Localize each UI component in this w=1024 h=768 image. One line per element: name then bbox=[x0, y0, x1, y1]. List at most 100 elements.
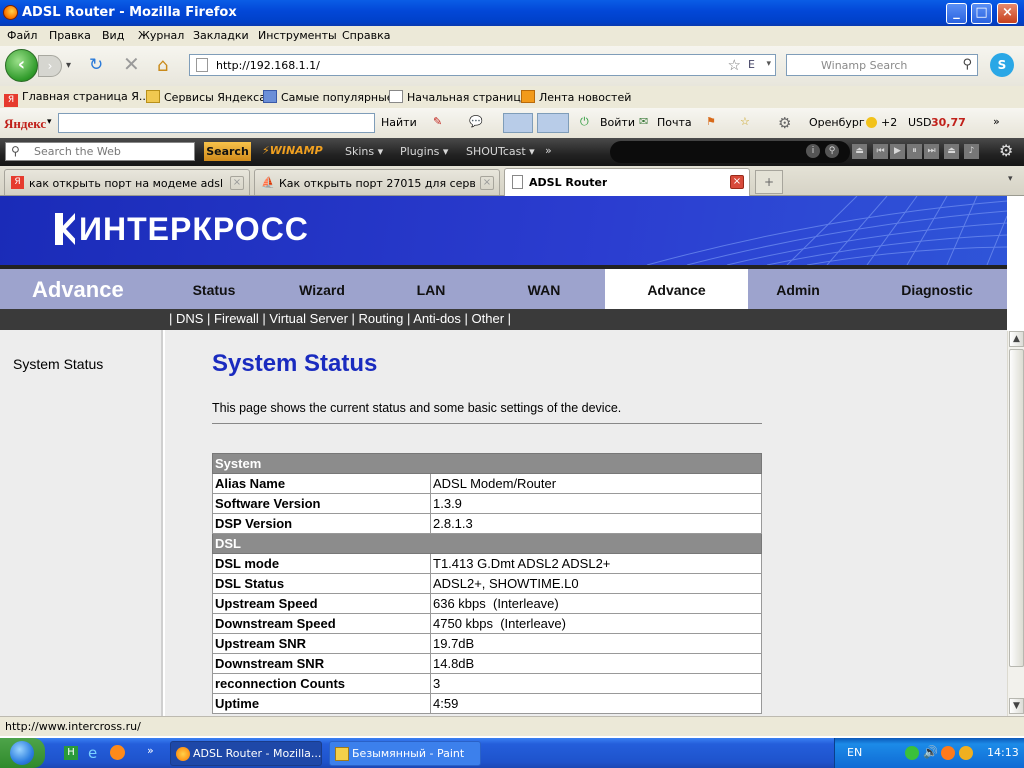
tab-close-icon[interactable]: × bbox=[480, 176, 494, 190]
scroll-down-icon[interactable]: ▼ bbox=[1009, 698, 1024, 714]
winamp-search-input[interactable]: Winamp Search ⚲ bbox=[786, 54, 978, 76]
nav-wizard[interactable]: Wizard bbox=[272, 269, 372, 313]
tab-1[interactable]: Я как открыть порт на модеме adsl — ... … bbox=[4, 169, 250, 195]
weather-temp[interactable]: +2 bbox=[881, 116, 897, 129]
scroll-up-icon[interactable]: ▲ bbox=[1009, 331, 1024, 347]
bookmark-start-page[interactable]: Начальная страница bbox=[389, 90, 528, 104]
stop-icon[interactable]: ✕ bbox=[123, 52, 140, 76]
pencil-icon[interactable]: ✎ bbox=[433, 115, 442, 128]
menu-file[interactable]: Файл bbox=[7, 29, 37, 42]
url-bar[interactable]: http://192.168.1.1/ ☆ E ▾ bbox=[189, 54, 776, 76]
yandex-search-input[interactable] bbox=[58, 113, 375, 133]
menu-help[interactable]: Справка bbox=[342, 29, 390, 42]
search-icon[interactable]: ⚲ bbox=[962, 57, 972, 72]
table-row: Software Version 1.3.9 bbox=[212, 493, 762, 514]
yandex-find-button[interactable]: Найти bbox=[381, 116, 417, 129]
bookmark-news-feed[interactable]: Лента новостей bbox=[521, 90, 631, 104]
web-search-input[interactable]: ⚲ Search the Web bbox=[5, 142, 195, 161]
nav-status[interactable]: Status bbox=[164, 269, 264, 313]
nav-diagnostic[interactable]: Diagnostic bbox=[877, 269, 997, 313]
sidebar-item-system-status[interactable]: System Status bbox=[13, 356, 103, 372]
back-button[interactable]: ‹ bbox=[5, 49, 38, 82]
menu-history[interactable]: Журнал bbox=[138, 29, 184, 42]
minimize-button[interactable]: _ bbox=[946, 3, 967, 24]
nav-admin[interactable]: Admin bbox=[748, 269, 848, 313]
winamp-search-icon[interactable]: ⚲ bbox=[825, 144, 839, 158]
spellcheck-icon[interactable] bbox=[503, 113, 533, 133]
system-tray: EN 🔊 14:13 bbox=[834, 738, 1024, 768]
quicklaunch-app-icon[interactable]: H bbox=[64, 746, 78, 760]
skins-menu[interactable]: Skins ▾ bbox=[345, 145, 383, 158]
eject-icon[interactable]: ⏏ bbox=[852, 144, 867, 159]
tab-close-icon[interactable]: × bbox=[730, 175, 744, 189]
yandex-dropdown-icon[interactable]: ▾ bbox=[47, 117, 52, 127]
winamp-overflow-icon[interactable]: » bbox=[545, 144, 552, 157]
bookmark-star-icon[interactable]: ☆ bbox=[728, 56, 741, 74]
shoutcast-menu[interactable]: SHOUTcast ▾ bbox=[466, 145, 535, 158]
forward-button[interactable]: › bbox=[38, 55, 62, 77]
yandex-logo[interactable]: Яндекс bbox=[4, 116, 46, 132]
pause-icon[interactable]: ⏸ bbox=[907, 144, 922, 159]
chat-icon[interactable]: 💬 bbox=[469, 115, 483, 128]
currency-value[interactable]: 30,77 bbox=[931, 116, 966, 129]
scroll-thumb[interactable] bbox=[1009, 349, 1024, 667]
winamp-tray-icon[interactable] bbox=[959, 746, 973, 760]
menu-edit[interactable]: Правка bbox=[49, 29, 91, 42]
volume-icon[interactable]: ♪ bbox=[964, 144, 979, 159]
mail-button[interactable]: Почта bbox=[657, 116, 692, 129]
bookmarks-icon[interactable]: ⚑ bbox=[706, 115, 716, 128]
task-firefox[interactable]: ADSL Router - Mozilla... bbox=[170, 741, 322, 766]
new-tab-button[interactable]: + bbox=[755, 170, 783, 194]
settings-icon[interactable]: ⚙ bbox=[999, 141, 1013, 160]
star-icon[interactable]: ☆ bbox=[740, 115, 750, 128]
info-icon[interactable]: i bbox=[806, 144, 820, 158]
subnav-links[interactable]: | DNS | Firewall | Virtual Server | Rout… bbox=[169, 311, 511, 326]
page-scrollbar[interactable]: ▲ ▼ bbox=[1007, 331, 1024, 716]
window-titlebar[interactable]: ADSL Router - Mozilla Firefox _ □ × bbox=[0, 0, 1024, 26]
translate-icon[interactable] bbox=[537, 113, 569, 133]
skype-icon[interactable]: S bbox=[990, 53, 1014, 77]
sun-icon bbox=[866, 117, 877, 128]
nav-lan[interactable]: LAN bbox=[381, 269, 481, 313]
url-dropdown-icon[interactable]: ▾ bbox=[766, 59, 771, 69]
bookmark-yandex-services[interactable]: Сервисы Яндекса bbox=[146, 90, 266, 104]
next-icon[interactable]: ⏭ bbox=[924, 144, 939, 159]
history-dropdown-icon[interactable]: ▾ bbox=[66, 60, 71, 71]
tab-3-active[interactable]: ADSL Router × bbox=[504, 168, 750, 196]
toolbar-overflow-icon[interactable]: » bbox=[993, 115, 1000, 128]
maximize-button[interactable]: □ bbox=[971, 3, 992, 24]
volume-tray-icon[interactable]: 🔊 bbox=[923, 745, 938, 759]
prev-icon[interactable]: ⏮ bbox=[873, 144, 888, 159]
nav-advance[interactable]: Advance bbox=[605, 269, 748, 313]
menu-view[interactable]: Вид bbox=[102, 29, 124, 42]
tab-2[interactable]: ⛵ Как открыть порт 27015 для сервер... × bbox=[254, 169, 500, 195]
firefox-quicklaunch-icon[interactable] bbox=[110, 745, 125, 760]
weather-city[interactable]: Оренбург bbox=[809, 116, 865, 129]
network-icon[interactable] bbox=[905, 746, 919, 760]
home-icon[interactable]: ⌂ bbox=[157, 55, 168, 76]
ie-icon[interactable]: e bbox=[88, 744, 97, 762]
bookmark-yandex-home[interactable]: Я Главная страница Я... bbox=[4, 90, 149, 107]
quicklaunch-overflow-icon[interactable]: » bbox=[147, 744, 154, 757]
gear-icon[interactable]: ⚙ bbox=[778, 114, 791, 132]
tab-list-icon[interactable]: ▾ bbox=[1008, 174, 1013, 184]
tray-app-icon[interactable] bbox=[941, 746, 955, 760]
open-icon[interactable]: ⏏ bbox=[944, 144, 959, 159]
plugins-menu[interactable]: Plugins ▾ bbox=[400, 145, 448, 158]
nav-wan[interactable]: WAN bbox=[494, 269, 594, 313]
tab-title: ADSL Router bbox=[529, 176, 608, 189]
reload-icon[interactable]: ↻ bbox=[89, 55, 103, 75]
translate-icon[interactable]: E bbox=[748, 58, 755, 71]
tab-close-icon[interactable]: × bbox=[230, 176, 244, 190]
login-button[interactable]: Войти bbox=[600, 116, 635, 129]
menu-tools[interactable]: Инструменты bbox=[258, 29, 337, 42]
table-row: reconnection Counts 3 bbox=[212, 673, 762, 694]
task-paint[interactable]: Безымянный - Paint bbox=[329, 741, 481, 766]
start-button[interactable] bbox=[0, 738, 45, 768]
close-button[interactable]: × bbox=[997, 3, 1018, 24]
language-indicator[interactable]: EN bbox=[847, 746, 862, 759]
menu-bookmarks[interactable]: Закладки bbox=[193, 29, 249, 42]
web-search-button[interactable]: Search bbox=[204, 142, 251, 161]
play-icon[interactable]: ▶ bbox=[890, 144, 905, 159]
bookmark-most-popular[interactable]: Самые популярные bbox=[263, 90, 394, 104]
